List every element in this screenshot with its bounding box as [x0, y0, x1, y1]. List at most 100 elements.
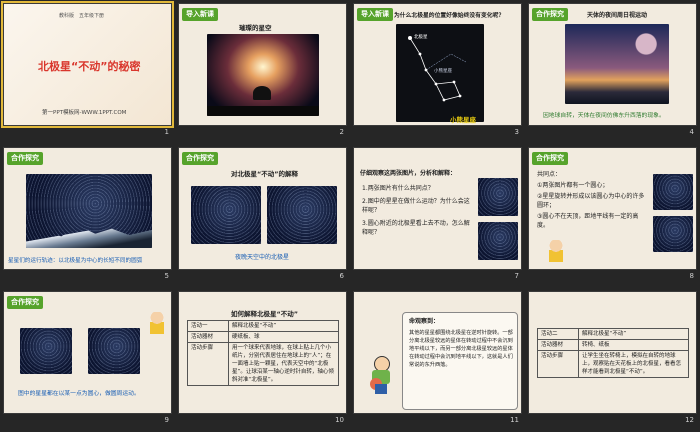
- slide-10-title: 如何解释北极星“不动”: [231, 310, 299, 318]
- slide-thumbnail-7[interactable]: 仔细观察这两张图片，分析和解释： 1.两张图片有什么共同点？ 2.图中的星星在做…: [350, 144, 525, 288]
- slide-11-body: 其他的星星都围绕北极星在逆时针旋转。一部分离北极星较远的星体在转动过程中不会沉到…: [409, 330, 513, 368]
- star-trails-image-bottom: [653, 216, 693, 252]
- slide-1-subtitle: 教科版 五年级下册: [59, 13, 105, 19]
- row-value: 硬纸板、球: [228, 331, 339, 343]
- slide-thumbnail-2[interactable]: 导入新课 璀璨的星空 2: [175, 0, 350, 144]
- slide-9-caption: 图中的星星都在以某一点为圆心，做圆周运动。: [18, 391, 140, 397]
- row-value: 解释北极星“不动”: [578, 328, 689, 340]
- slide-2-tag: 导入新课: [182, 8, 218, 21]
- slide-number-3: 3: [514, 128, 519, 136]
- slide-6-title: 对北极星“不动”的解释: [231, 170, 299, 178]
- row-label: 活动器材: [187, 331, 229, 343]
- slide-thumbnail-3[interactable]: 导入新课 为什么北极星的位置好像始终没有变化呢？ 北极星 小熊星座 小熊星座 3: [350, 0, 525, 144]
- slide-1-footer: 第一PPT模板网-WWW.1PPT.COM: [42, 110, 127, 116]
- row-label: 活动一: [187, 320, 229, 332]
- slide-thumbnail-8[interactable]: 合作探究 共同点： ①两张图片都有一个圆心； ②星星旋转并形成以该圆心为中心的许…: [525, 144, 700, 288]
- slide-11-heading: 命观察到：: [409, 318, 440, 325]
- slide-10: 如何解释北极星“不动” 活动一 解释北极星“不动” 活动器材 硬纸板、球 活动步…: [178, 291, 347, 414]
- row-value: 转椅、纸板: [578, 339, 689, 351]
- tree-silhouette: [253, 86, 271, 100]
- slide-1-title: 北极星“不动”的秘密: [38, 60, 141, 73]
- slide-8-tag: 合作探究: [532, 152, 568, 165]
- slide-8: 合作探究 共同点： ①两张图片都有一个圆心； ②星星旋转并形成以该圆心为中心的许…: [528, 147, 697, 270]
- row-value: 用一个球来代表地球，在球上贴上几个小纸片，分别代表居住在地球上的“人”；在一面墙…: [228, 342, 339, 386]
- slide-8-item-1: ①两张图片都有一个圆心；: [537, 182, 609, 189]
- activity-table: 活动一 解释北极星“不动” 活动器材 硬纸板、球 活动步骤 用一个球来代表地球，…: [187, 320, 339, 386]
- little-dipper-image: 北极星 小熊星座: [396, 24, 484, 122]
- slide-number-2: 2: [339, 128, 344, 136]
- cartoon-child-figure: [549, 240, 563, 262]
- slide-8-item-2: ②星星旋转并形成以该圆心为中心的许多圆环；: [537, 193, 645, 209]
- slide-number-7: 7: [514, 272, 519, 280]
- slide-thumbnail-10[interactable]: 如何解释北极星“不动” 活动一 解释北极星“不动” 活动器材 硬纸板、球 活动步…: [175, 288, 350, 432]
- star-trails-image: [26, 174, 152, 248]
- slide-7: 仔细观察这两张图片，分析和解释： 1.两张图片有什么共同点？ 2.图中的星星在做…: [353, 147, 522, 270]
- slide-6-caption: 夜晚天空中的北极星: [235, 254, 290, 261]
- slide-number-12: 12: [685, 416, 694, 424]
- row-label: 活动器材: [537, 339, 579, 351]
- polaris-label: 北极星: [414, 35, 428, 40]
- speech-bubble: 命观察到： 其他的星星都围绕北极星在逆时针旋转。一部分离北极星较远的星体在转动过…: [402, 312, 518, 410]
- slide-4: 合作探究 天体的夜间周日视运动 因地球自转，天体在夜间仿佛东升西落的现象。: [528, 3, 697, 126]
- slide-8-list: 共同点： ①两张图片都有一个圆心； ②星星旋转并形成以该圆心为中心的许多圆环； …: [537, 170, 647, 230]
- row-label: 活动步骤: [537, 350, 579, 378]
- slide-thumbnail-5[interactable]: 合作探究 星星们的运行轨迹：以北极星为中心的长短不同的圆弧 5: [0, 144, 175, 288]
- table-row: 活动器材 硬纸板、球: [187, 331, 339, 343]
- slide-thumbnail-6[interactable]: 合作探究 对北极星“不动”的解释 夜晚天空中的北极星 6: [175, 144, 350, 288]
- ground-silhouette: [207, 106, 319, 116]
- row-label: 活动步骤: [187, 342, 229, 386]
- starry-sky-image: [207, 34, 319, 116]
- table-row: 活动器材 转椅、纸板: [537, 339, 689, 351]
- slide-8-item-3: ③圆心不在天顶，距地平线有一定的高度。: [537, 213, 639, 229]
- slide-7-question-1: 1.两张图片有什么共同点？: [362, 185, 434, 192]
- star-trails-image-left: [20, 328, 72, 374]
- slide-8-heading: 共同点：: [537, 171, 562, 178]
- slide-number-6: 6: [339, 272, 344, 280]
- table-row: 活动步骤 用一个球来代表地球，在球上贴上几个小纸片，分别代表居住在地球上的“人”…: [187, 342, 339, 386]
- slide-7-question-2: 2.图中的星星在做什么运动？为什么会这样呢？: [362, 198, 470, 214]
- slide-9-tag: 合作探究: [7, 296, 43, 309]
- slide-number-4: 4: [689, 128, 694, 136]
- slide-4-caption: 因地球自转，天体在夜间仿佛东升西落的现象。: [543, 113, 665, 119]
- slide-number-5: 5: [164, 272, 169, 280]
- star-trails-image-right: [267, 186, 337, 244]
- slide-9: 合作探究 图中的星星都在以某一点为圆心，做圆周运动。: [3, 291, 172, 414]
- slide-thumbnail-1[interactable]: 教科版 五年级下册 北极星“不动”的秘密 第一PPT模板网-WWW.1PPT.C…: [0, 0, 175, 144]
- activity-table: 活动二 解释北极星“不动” 活动器材 转椅、纸板 活动步骤 让学生坐在转椅上，模…: [537, 328, 689, 378]
- slide-5-caption: 星星们的运行轨迹：以北极星为中心的长短不同的圆弧: [8, 258, 143, 264]
- slide-number-8: 8: [689, 272, 694, 280]
- slide-number-9: 9: [164, 416, 169, 424]
- slide-7-title: 仔细观察这两张图片，分析和解释：: [360, 170, 457, 177]
- slide-3-bottom-label: 小熊星座: [450, 116, 476, 124]
- row-value: 让学生坐在转椅上，模拟在自转的地球上，观察贴在天花板上的北极星，看看怎样才能看到…: [578, 350, 689, 378]
- slide-4-tag: 合作探究: [532, 8, 568, 21]
- slide-number-11: 11: [510, 416, 519, 424]
- slide-sorter-grid: 教科版 五年级下册 北极星“不动”的秘密 第一PPT模板网-WWW.1PPT.C…: [0, 0, 700, 431]
- slide-3-tag: 导入新课: [357, 8, 393, 21]
- slide-4-title: 天体的夜间周日视运动: [587, 12, 648, 19]
- cartoon-child-figure: [150, 312, 164, 334]
- slide-7-question-list: 1.两张图片有什么共同点？ 2.图中的星星在做什么运动？为什么会这样呢？ 3.圆…: [362, 184, 474, 237]
- slide-3-title: 为什么北极星的位置好像始终没有变化呢？: [394, 13, 505, 19]
- slide-thumbnail-11[interactable]: 命观察到： 其他的星星都围绕北极星在逆时针旋转。一部分离北极星较远的星体在转动过…: [350, 288, 525, 432]
- slide-thumbnail-9[interactable]: 合作探究 图中的星星都在以某一点为圆心，做圆周运动。 9: [0, 288, 175, 432]
- table-row: 活动一 解释北极星“不动”: [187, 320, 339, 332]
- slide-number-1: 1: [164, 128, 169, 136]
- slide-thumbnail-4[interactable]: 合作探究 天体的夜间周日视运动 因地球自转，天体在夜间仿佛东升西落的现象。 4: [525, 0, 700, 144]
- slide-thumbnail-12[interactable]: 活动二 解释北极星“不动” 活动器材 转椅、纸板 活动步骤 让学生坐在转椅上，模…: [525, 288, 700, 432]
- slide-6-tag: 合作探究: [182, 152, 218, 165]
- star-trails-image-bottom: [478, 222, 518, 260]
- slide-2: 导入新课 璀璨的星空: [178, 3, 347, 126]
- night-sky-image: [565, 24, 669, 104]
- slide-12: 活动二 解释北极星“不动” 活动器材 转椅、纸板 活动步骤 让学生坐在转椅上，模…: [528, 291, 697, 414]
- slide-5-tag: 合作探究: [7, 152, 43, 165]
- slide-6: 合作探究 对北极星“不动”的解释 夜晚天空中的北极星: [178, 147, 347, 270]
- table-row: 活动步骤 让学生坐在转椅上，模拟在自转的地球上，观察贴在天花板上的北极星，看看怎…: [537, 350, 689, 378]
- slide-7-question-3: 3.圆心附近的北极星看上去不动，怎么解释呢？: [362, 220, 470, 236]
- row-value: 解释北极星“不动”: [228, 320, 339, 332]
- star-trails-image-top: [478, 178, 518, 216]
- table-row: 活动二 解释北极星“不动”: [537, 328, 689, 340]
- slide-11: 命观察到： 其他的星星都围绕北极星在逆时针旋转。一部分离北极星较远的星体在转动过…: [353, 291, 522, 414]
- slide-5: 合作探究 星星们的运行轨迹：以北极星为中心的长短不同的圆弧: [3, 147, 172, 270]
- slide-2-title: 璀璨的星空: [239, 24, 272, 32]
